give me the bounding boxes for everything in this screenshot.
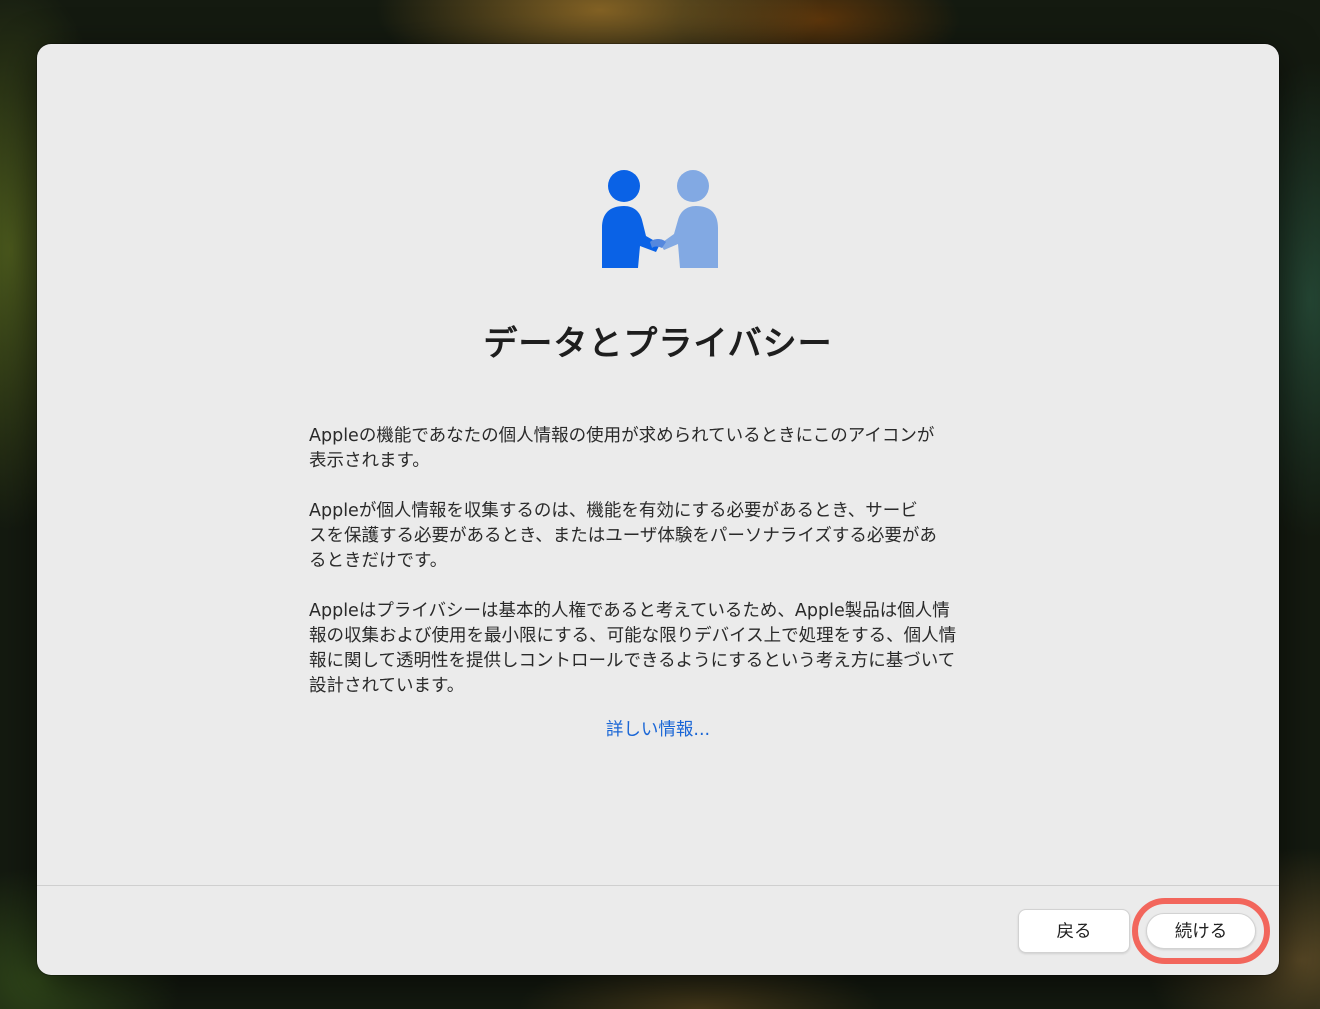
page-title: データとプライバシー <box>483 324 833 364</box>
learn-more-link[interactable]: 詳しい情報... <box>37 717 1279 743</box>
paragraph-privacy-principle: Appleはプライバシーは基本的人権であると考えているため、Apple製品は個人… <box>309 601 957 696</box>
paragraph-icon-info: Appleの機能であなたの個人情報の使用が求められているときにこのアイコンが 表… <box>309 426 935 471</box>
back-button[interactable]: 戻る <box>1018 909 1130 953</box>
footer-divider <box>37 885 1279 886</box>
description: Appleの機能であなたの個人情報の使用が求められているときにこのアイコンが 表… <box>309 424 1009 724</box>
people-handshake-icon <box>602 170 718 268</box>
paragraph-collection-info: Appleが個人情報を収集するのは、機能を有効にする必要があるとき、サービ スを… <box>309 501 937 571</box>
continue-button[interactable]: 続ける <box>1146 913 1256 949</box>
setup-window: データとプライバシー Appleの機能であなたの個人情報の使用が求められていると… <box>37 44 1279 975</box>
